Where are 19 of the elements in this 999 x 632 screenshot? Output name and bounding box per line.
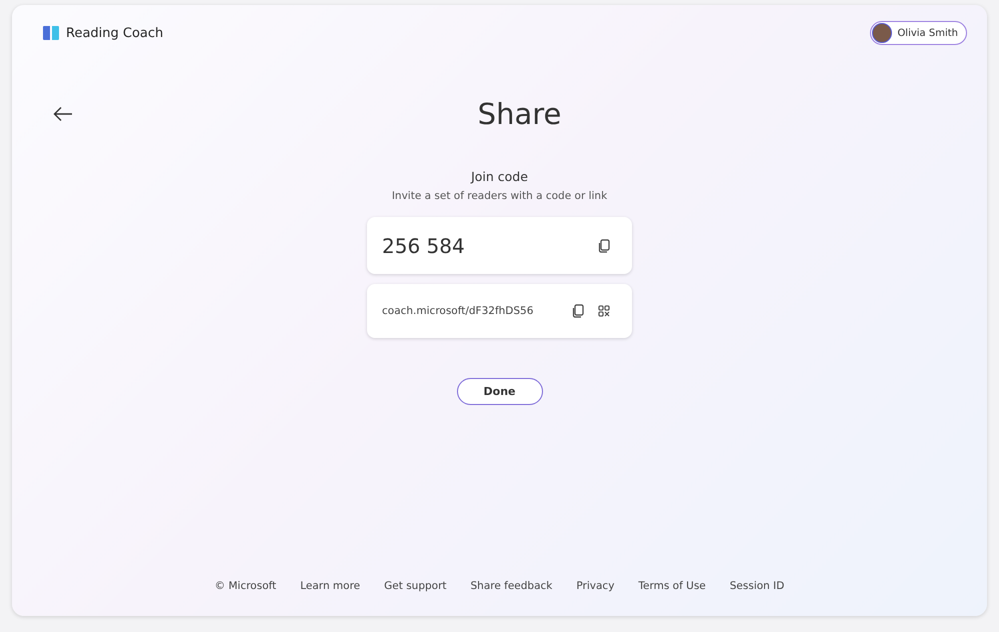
copy-icon[interactable]	[598, 238, 610, 252]
copyright-text: © Microsoft	[214, 580, 276, 592]
copy-icon[interactable]	[572, 304, 584, 318]
section-subtitle: Invite a set of readers with a code or link	[392, 190, 608, 202]
footer-link[interactable]: Share feedback	[470, 580, 552, 592]
avatar-icon	[872, 23, 892, 43]
section-heading: Join code	[471, 169, 528, 184]
footer-link[interactable]: Terms of Use	[638, 580, 706, 592]
footer-link[interactable]: Privacy	[576, 580, 614, 592]
footer-link[interactable]: Session ID	[730, 580, 784, 592]
app-name: Reading Coach	[66, 26, 164, 40]
user-account-button[interactable]: Olivia Smith	[870, 21, 967, 45]
footer-link[interactable]: Get support	[384, 580, 447, 592]
footer-link[interactable]: Learn more	[300, 580, 360, 592]
done-button[interactable]: Done	[456, 378, 542, 405]
qr-code-icon[interactable]	[598, 305, 610, 317]
book-logo-icon	[42, 25, 60, 41]
page-title: Share	[478, 97, 562, 131]
join-code: 256 584	[382, 234, 465, 258]
